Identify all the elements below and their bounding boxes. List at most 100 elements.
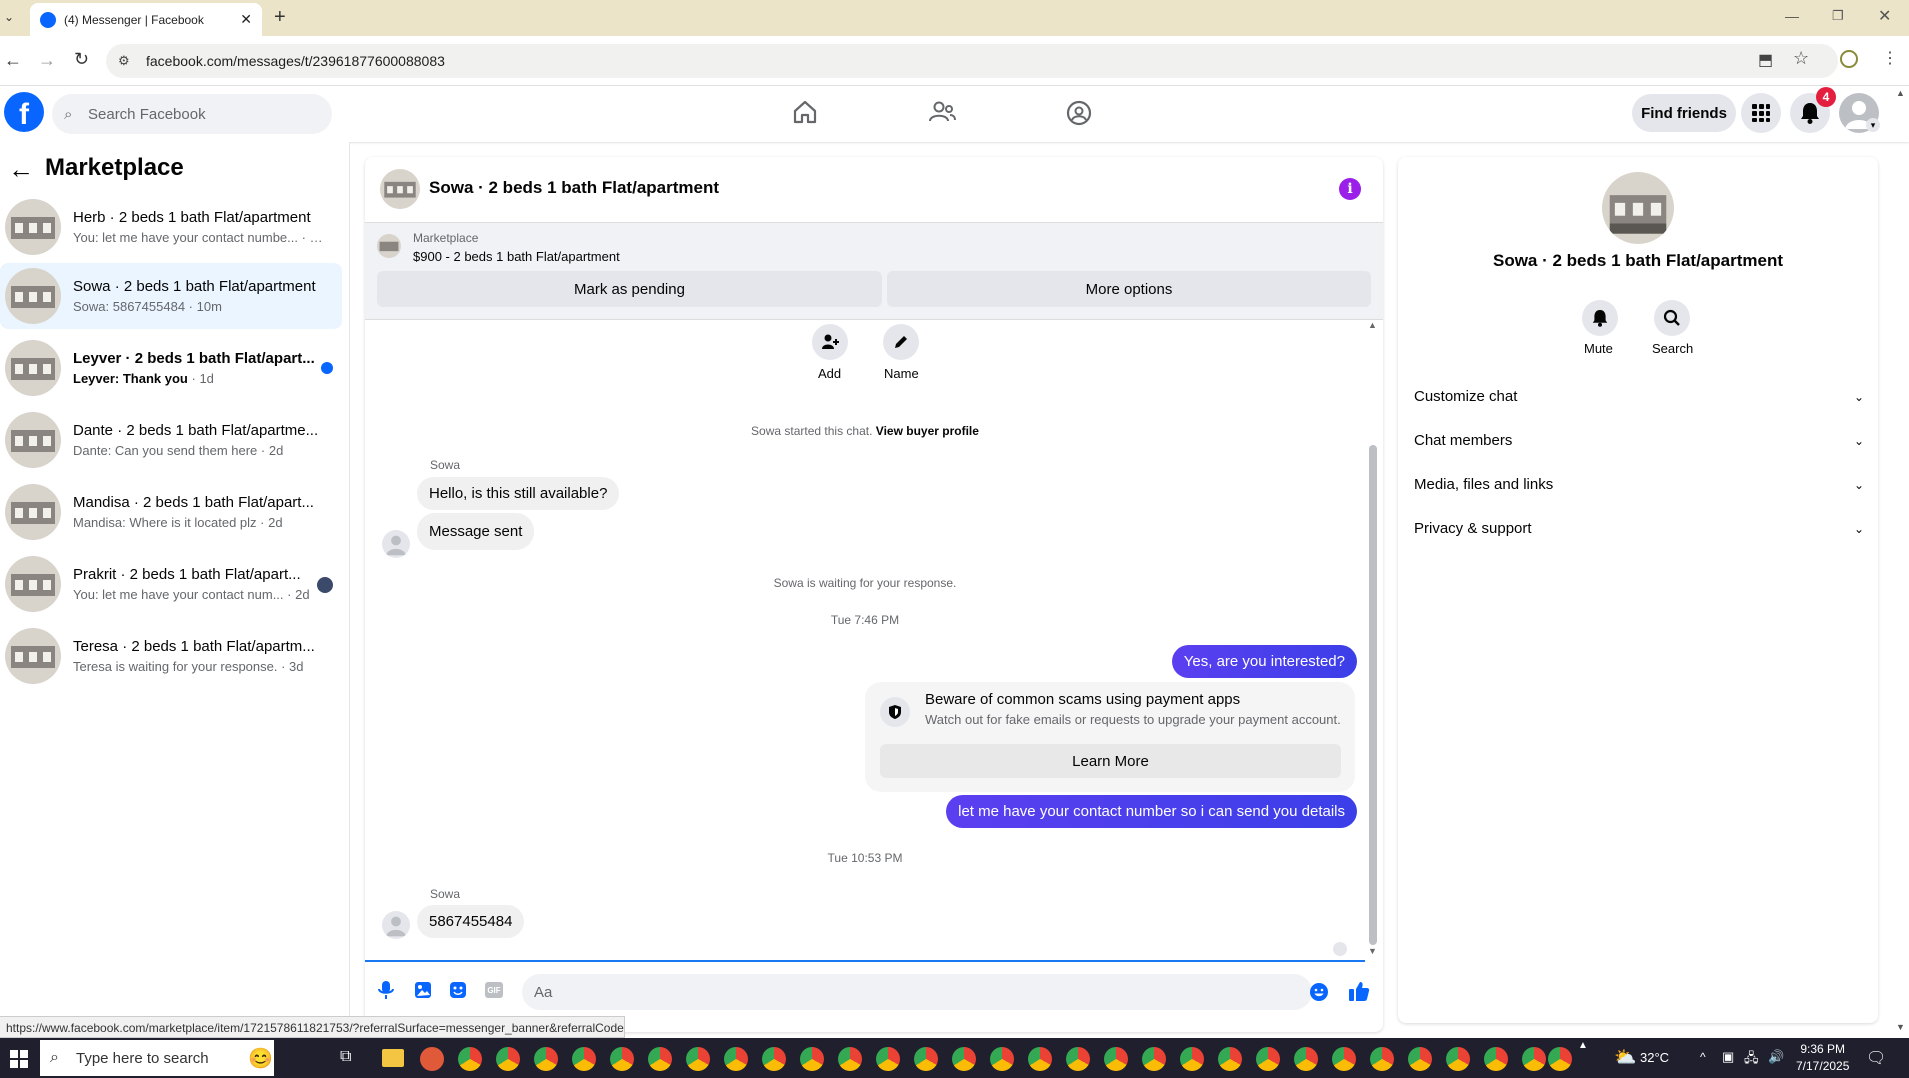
notification-center-icon[interactable]: 🗨 [1866, 1048, 1886, 1068]
window-close-button[interactable]: ✕ [1878, 6, 1891, 26]
mark-pending-button[interactable]: Mark as pending [377, 271, 882, 307]
home-icon[interactable] [792, 100, 818, 124]
chrome-icon[interactable] [952, 1047, 976, 1071]
facebook-search-input[interactable]: ⌕ Search Facebook [52, 94, 332, 134]
chrome-icon[interactable] [1104, 1047, 1128, 1071]
volume-icon[interactable]: 🔊 [1768, 1049, 1784, 1065]
chrome-icon[interactable] [1446, 1047, 1470, 1071]
scroll-up-arrow-icon[interactable]: ▲ [1368, 320, 1377, 330]
chrome-icon[interactable] [572, 1047, 596, 1071]
search-conversation-button[interactable] [1654, 300, 1690, 336]
chrome-icon[interactable] [1522, 1047, 1546, 1071]
outgoing-message[interactable]: let me have your contact number so i can… [946, 795, 1357, 828]
view-buyer-profile-link[interactable]: View buyer profile [876, 424, 979, 438]
tab-list-chevron-icon[interactable]: ⌄ [4, 10, 14, 24]
chrome-icon[interactable] [496, 1047, 520, 1071]
conversation-item[interactable]: Teresa · 2 beds 1 bath Flat/apartm... Te… [0, 623, 342, 689]
customize-chat-section[interactable]: Customize chat ⌄ [1414, 388, 1864, 405]
network-icon[interactable]: 🖧 [1744, 1049, 1759, 1071]
menu-grid-button[interactable] [1741, 93, 1781, 133]
app-icon[interactable] [420, 1047, 444, 1071]
photo-icon[interactable] [414, 981, 432, 999]
media-files-links-section[interactable]: Media, files and links ⌄ [1414, 476, 1864, 493]
chrome-icon[interactable] [876, 1047, 900, 1071]
message-input[interactable]: Aa [522, 974, 1312, 1010]
chrome-icon[interactable] [762, 1047, 786, 1071]
emoji-icon[interactable] [1309, 982, 1329, 1002]
listing-price[interactable]: $900 - 2 beds 1 bath Flat/apartment [413, 249, 620, 264]
page-scroll-down-icon[interactable]: ▼ [1896, 1022, 1905, 1032]
scroll-down-arrow-icon[interactable]: ▼ [1368, 946, 1377, 956]
incoming-message[interactable]: Message sent [417, 513, 535, 550]
listing-thumbnail[interactable] [377, 234, 401, 258]
details-avatar[interactable] [1602, 172, 1674, 244]
more-options-button[interactable]: More options [887, 271, 1371, 307]
chrome-icon[interactable] [1180, 1047, 1204, 1071]
facebook-logo-icon[interactable]: f [4, 92, 44, 132]
chrome-icon[interactable] [686, 1047, 710, 1071]
file-explorer-icon[interactable] [382, 1049, 404, 1067]
site-settings-icon[interactable]: ⚙ [118, 53, 130, 69]
chat-members-section[interactable]: Chat members ⌄ [1414, 432, 1864, 449]
task-view-icon[interactable]: ⧉ [340, 1048, 351, 1066]
outgoing-message[interactable]: Yes, are you interested? [1171, 645, 1357, 678]
chrome-icon[interactable] [458, 1047, 482, 1071]
friends-icon[interactable] [928, 100, 956, 124]
window-minimize-button[interactable]: — [1785, 8, 1799, 24]
conversation-item[interactable]: Mandisa · 2 beds 1 bath Flat/apart... Ma… [0, 479, 342, 545]
incoming-message[interactable]: Hello, is this still available? [417, 477, 620, 510]
close-tab-icon[interactable]: ✕ [240, 11, 252, 28]
like-thumb-icon[interactable] [1348, 980, 1370, 1002]
chrome-icon[interactable] [1294, 1047, 1318, 1071]
groups-icon[interactable] [1066, 100, 1092, 126]
sender-avatar[interactable] [382, 911, 410, 939]
gif-icon[interactable]: GIF [485, 982, 503, 998]
learn-more-button[interactable]: Learn More [880, 744, 1341, 778]
chrome-icon[interactable] [1066, 1047, 1090, 1071]
page-scroll-up-icon[interactable]: ▲ [1896, 88, 1905, 98]
chrome-icon[interactable] [1408, 1047, 1432, 1071]
meet-now-icon[interactable]: ▣ [1722, 1049, 1734, 1065]
window-restore-button[interactable]: ❐ [1832, 8, 1844, 24]
install-app-icon[interactable]: ⬒ [1758, 50, 1773, 70]
info-icon[interactable]: i [1339, 178, 1361, 200]
find-friends-button[interactable]: Find friends [1632, 94, 1736, 132]
chrome-icon[interactable] [610, 1047, 634, 1071]
edit-name-button[interactable] [883, 324, 919, 360]
chrome-icon[interactable] [838, 1047, 862, 1071]
reload-icon[interactable]: ↻ [74, 49, 89, 70]
temperature[interactable]: 32°C [1640, 1050, 1669, 1065]
chrome-icon[interactable] [1332, 1047, 1356, 1071]
chat-title[interactable]: Sowa · 2 beds 1 bath Flat/apartment [429, 178, 719, 198]
sender-avatar[interactable] [382, 530, 410, 558]
chrome-icon[interactable] [724, 1047, 748, 1071]
chrome-icon[interactable] [1218, 1047, 1242, 1071]
chrome-icon[interactable] [534, 1047, 558, 1071]
conversation-item[interactable]: Herb · 2 beds 1 bath Flat/apartment You:… [0, 194, 342, 260]
sticker-icon[interactable] [449, 981, 467, 999]
tray-chevron-icon[interactable]: ^ [1700, 1050, 1706, 1064]
conversation-item[interactable]: Sowa · 2 beds 1 bath Flat/apartment Sowa… [0, 263, 342, 329]
chrome-icon[interactable] [648, 1047, 672, 1071]
chrome-icon[interactable] [1484, 1047, 1508, 1071]
forward-icon[interactable]: → [38, 50, 56, 71]
bookmark-star-icon[interactable]: ☆ [1793, 48, 1809, 69]
windows-start-icon[interactable] [10, 1050, 28, 1068]
chrome-icon[interactable] [1142, 1047, 1166, 1071]
account-chevron-icon[interactable]: ▾ [1866, 118, 1880, 132]
chat-scrollbar[interactable] [1369, 445, 1377, 945]
conversation-item[interactable]: Dante · 2 beds 1 bath Flat/apartme... Da… [0, 407, 342, 473]
taskbar-search-input[interactable]: ⌕ Type here to search [40, 1040, 274, 1076]
chrome-icon[interactable] [1256, 1047, 1280, 1071]
browser-tab[interactable]: (4) Messenger | Facebook ✕ [30, 3, 262, 36]
chrome-icon[interactable] [990, 1047, 1014, 1071]
chrome-icon[interactable] [1548, 1047, 1572, 1071]
chrome-icon[interactable] [800, 1047, 824, 1071]
chrome-icon[interactable] [1028, 1047, 1052, 1071]
clock[interactable]: 9:36 PM 7/17/2025 [1796, 1041, 1849, 1075]
weather-icon[interactable]: ⛅ [1614, 1047, 1636, 1068]
back-icon[interactable]: ← [4, 50, 22, 71]
mute-button[interactable] [1582, 300, 1618, 336]
add-people-button[interactable] [812, 324, 848, 360]
microphone-icon[interactable] [378, 980, 394, 1000]
